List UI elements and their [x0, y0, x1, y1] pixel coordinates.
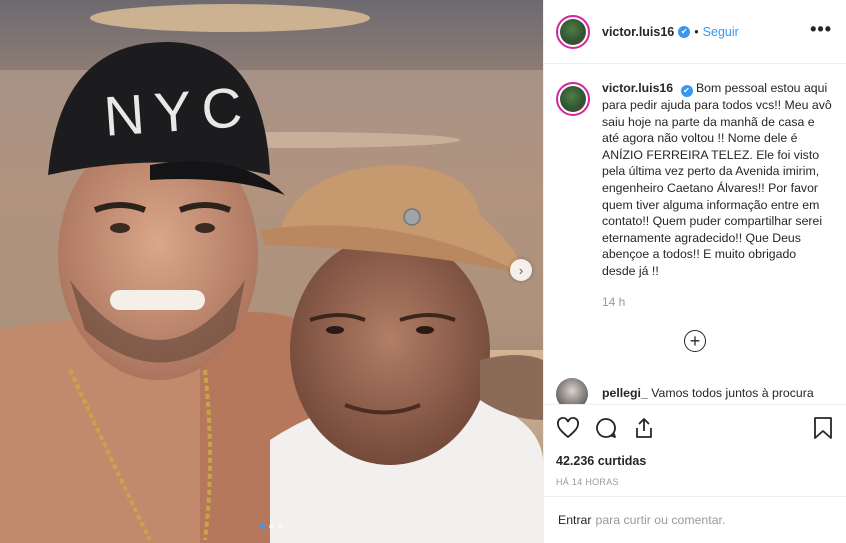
share-icon[interactable] [632, 416, 656, 440]
caption-avatar[interactable] [556, 82, 590, 116]
next-photo-button[interactable]: › [510, 259, 532, 281]
verified-badge-icon: ✔ [680, 85, 693, 97]
comment-item: pellegi_ Vamos todos juntos à procura [556, 378, 814, 404]
comments-area[interactable]: victor.luis16 ✔ Bom pessoal estou aqui p… [544, 64, 846, 404]
carousel-indicator [0, 524, 543, 529]
caption-body: victor.luis16 ✔ Bom pessoal estou aqui p… [602, 80, 832, 310]
instagram-post: NYC › victor.luis16 ✔ • Seguir ••• victo… [0, 0, 846, 543]
comment-body: pellegi_ Vamos todos juntos à procura [602, 386, 814, 400]
author-avatar[interactable] [556, 14, 590, 49]
commenter-avatar[interactable] [556, 378, 588, 404]
action-icons [556, 415, 834, 441]
comment-bubble-icon[interactable] [594, 416, 618, 440]
post-timestamp[interactable]: HÁ 14 HORAS [556, 477, 834, 487]
caption: victor.luis16 ✔ Bom pessoal estou aqui p… [556, 80, 832, 310]
cap-logo: NYC [102, 75, 254, 148]
likes-count[interactable]: 42.236 curtidas [556, 454, 834, 468]
caption-text: Bom pessoal estou aqui para pedir ajuda … [602, 81, 832, 278]
add-comment-bar: Entrar para curtir ou comentar. [544, 496, 846, 543]
header-separator: • [694, 24, 699, 39]
bookmark-save-icon[interactable] [812, 416, 834, 440]
comment-text: Vamos todos juntos à procura [651, 386, 814, 400]
more-options-icon[interactable]: ••• [810, 20, 832, 40]
like-heart-icon[interactable] [556, 416, 580, 440]
login-link[interactable]: Entrar [558, 513, 592, 527]
post-photo[interactable]: NYC › [0, 0, 543, 543]
caption-time[interactable]: 14 h [602, 294, 832, 311]
post-side-panel: victor.luis16 ✔ • Seguir ••• victor.luis… [543, 0, 846, 543]
follow-button[interactable]: Seguir [703, 25, 739, 39]
author-username[interactable]: victor.luis16 [602, 25, 674, 39]
login-prompt-text: para curtir ou comentar. [595, 513, 726, 527]
load-more-comments-button[interactable]: + [684, 330, 706, 352]
comment-username[interactable]: pellegi_ [602, 386, 648, 400]
carousel-dot [260, 524, 265, 529]
photo-illustration: NYC [0, 0, 543, 543]
post-header: victor.luis16 ✔ • Seguir ••• [544, 0, 846, 64]
verified-badge-icon: ✔ [678, 25, 691, 38]
carousel-dot [278, 524, 283, 529]
carousel-dot [269, 524, 274, 529]
post-actions: 42.236 curtidas HÁ 14 HORAS [544, 404, 846, 487]
caption-username[interactable]: victor.luis16 [602, 81, 673, 95]
